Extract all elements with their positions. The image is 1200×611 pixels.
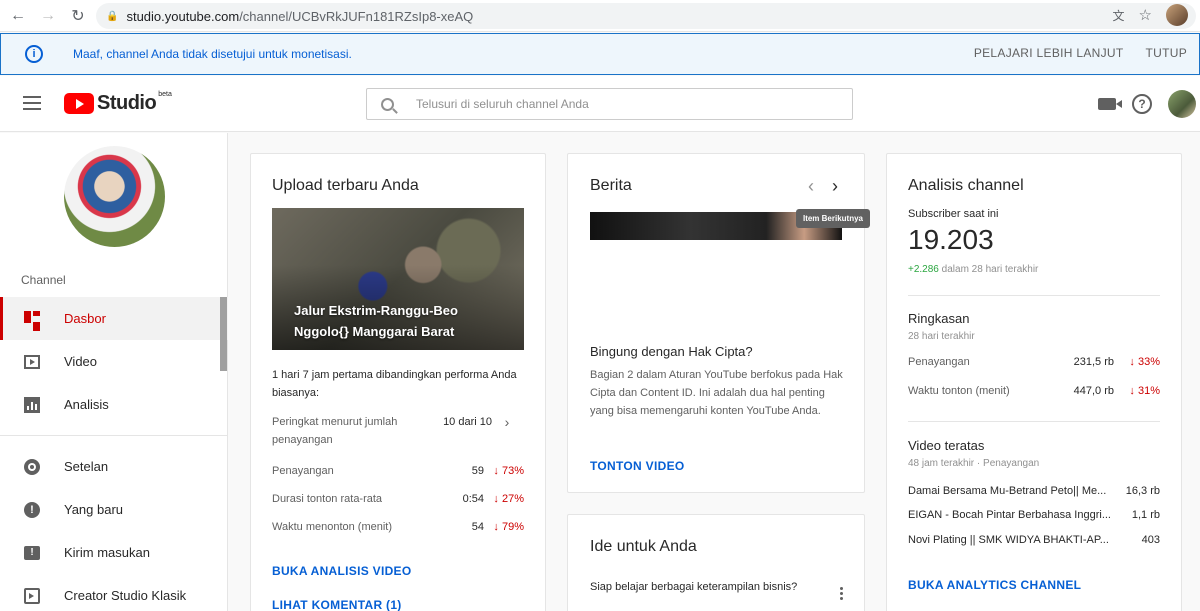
top-video-row[interactable]: EIGAN - Bocah Pintar Berbahasa Inggri...… [908, 509, 1160, 521]
sidebar: Channel Dasbor Video Analisis Setelan ! … [0, 133, 228, 611]
sidebar-divider [0, 435, 228, 436]
subscriber-change: +2.286 dalam 28 hari terakhir [908, 264, 1039, 275]
channel-analytics-card: Analisis channel Subscriber saat ini 19.… [886, 153, 1182, 611]
address-bar[interactable]: 🔒 studio.youtube.com/channel/UCBvRkJUFn1… [96, 3, 1196, 29]
profile-avatar[interactable] [1166, 4, 1188, 26]
card-title: Berita [590, 177, 632, 194]
summary-period: 28 hari terakhir [908, 331, 975, 342]
idea-text[interactable]: Siap belajar berbagai keterampilan bisni… [590, 578, 800, 596]
video-title: Jalur Ekstrim-Ranggu-Beo Nggolo{} Mangga… [294, 303, 458, 339]
star-icon[interactable]: ☆ [1139, 6, 1152, 24]
sidebar-item-dashboard[interactable]: Dasbor [0, 297, 228, 340]
card-title: Ide untuk Anda [590, 538, 697, 555]
top-video-row[interactable]: Damai Bersama Mu-Betrand Peto|| Me... 16… [908, 485, 1160, 497]
divider [908, 421, 1160, 422]
create-video-icon[interactable] [1098, 98, 1122, 110]
sidebar-item-whats-new[interactable]: ! Yang baru [0, 488, 228, 531]
sidebar-item-analytics[interactable]: Analisis [0, 383, 228, 426]
summary-row-watch-time: Waktu tonton (menit) 447,0 rb ↓ 31% [908, 385, 1160, 397]
sidebar-item-feedback[interactable]: ! Kirim masukan [0, 531, 228, 574]
sidebar-scrollbar[interactable] [220, 297, 227, 371]
chevron-right-icon[interactable]: › [832, 176, 838, 197]
top-app-bar: Studio beta Telusuri di seluruh channel … [0, 76, 1200, 132]
channel-avatar[interactable] [64, 146, 165, 247]
news-body: Bagian 2 dalam Aturan YouTube berfokus p… [590, 369, 843, 417]
stat-row-views: Penayangan 59 ↓ 73% [272, 465, 524, 477]
subscriber-label: Subscriber saat ini [908, 208, 999, 220]
account-avatar[interactable] [1168, 90, 1196, 118]
arrow-down-icon: ↓ [493, 521, 502, 533]
arrow-down-icon: ↓ [493, 493, 502, 505]
url-text: studio.youtube.com/channel/UCBvRkJUFn181… [126, 8, 474, 24]
monetization-banner: i Maaf, channel Anda tidak disetujui unt… [0, 33, 1200, 75]
dashboard-icon [23, 310, 41, 331]
arrow-down-icon: ↓ [1129, 385, 1138, 397]
feedback-icon: ! [23, 544, 41, 562]
search-icon [381, 97, 394, 111]
top-videos-title: Video teratas [908, 438, 985, 453]
arrow-down-icon: ↓ [493, 465, 502, 477]
search-input[interactable]: Telusuri di seluruh channel Anda [366, 88, 853, 120]
help-icon[interactable]: ? [1132, 94, 1152, 114]
divider [908, 295, 1160, 296]
gear-icon [23, 458, 41, 476]
reload-icon[interactable]: ↻ [66, 4, 90, 28]
subscriber-count: 19.203 [908, 224, 994, 255]
open-channel-analytics-link[interactable]: BUKA ANALYTICS CHANNEL [908, 578, 1081, 592]
classic-studio-icon [23, 587, 41, 605]
summary-title: Ringkasan [908, 311, 970, 326]
card-title: Analisis channel [908, 177, 1024, 194]
top-videos-period: 48 jam terakhir · Penayangan [908, 458, 1040, 469]
watch-video-link[interactable]: TONTON VIDEO [590, 459, 685, 473]
browser-toolbar: ← → ↻ 🔒 studio.youtube.com/channel/UCBvR… [0, 0, 1200, 32]
summary-row-views: Penayangan 231,5 rb ↓ 33% [908, 356, 1160, 368]
sidebar-item-classic-studio[interactable]: Creator Studio Klasik [0, 574, 228, 611]
more-vert-icon[interactable] [840, 587, 844, 600]
stat-row-avg-duration: Durasi tonton rata-rata 0:54 ↓ 27% [272, 493, 524, 505]
rank-row[interactable]: Peringkat menurut jumlah penayangan 10 d… [272, 413, 524, 462]
forward-icon[interactable]: → [36, 4, 60, 28]
whats-new-icon: ! [23, 501, 41, 519]
next-item-tooltip: Item Berikutnya [795, 209, 870, 228]
latest-upload-card: Upload terbaru Anda Jalur Ekstrim-Ranggu… [250, 153, 546, 611]
ideas-card: Ide untuk Anda Siap belajar berbagai ket… [567, 514, 865, 611]
news-headline: Bingung dengan Hak Cipta? [590, 344, 753, 359]
card-title: Upload terbaru Anda [272, 177, 419, 194]
youtube-play-icon [64, 93, 94, 114]
sidebar-item-video[interactable]: Video [0, 340, 228, 383]
youtube-studio-logo[interactable]: Studio beta [64, 91, 172, 115]
menu-icon[interactable] [23, 96, 41, 110]
view-comments-link[interactable]: LIHAT KOMENTAR (1) [272, 598, 402, 611]
sidebar-section-label: Channel [21, 273, 66, 287]
chevron-right-icon: › [504, 414, 510, 430]
stat-row-watch-time: Waktu menonton (menit) 54 ↓ 79% [272, 521, 524, 533]
back-icon[interactable]: ← [6, 4, 30, 28]
performance-intro: 1 hari 7 jam pertama dibandingkan perfor… [272, 369, 517, 399]
banner-message: Maaf, channel Anda tidak disetujui untuk… [73, 47, 352, 61]
video-icon [23, 353, 41, 371]
search-placeholder: Telusuri di seluruh channel Anda [416, 97, 589, 111]
info-icon: i [25, 45, 43, 63]
open-video-analytics-link[interactable]: BUKA ANALISIS VIDEO [272, 564, 412, 578]
arrow-down-icon: ↓ [1129, 356, 1138, 368]
performance-stats: Peringkat menurut jumlah penayangan 10 d… [272, 413, 524, 546]
news-card: Berita ‹ › Item Berikutnya Bingung denga… [567, 153, 870, 493]
analytics-icon [23, 396, 41, 414]
top-video-row[interactable]: Novi Plating || SMK WIDYA BHAKTI-AP... 4… [908, 534, 1160, 546]
translate-icon[interactable]: 文 [1113, 7, 1125, 24]
sidebar-item-settings[interactable]: Setelan [0, 445, 228, 488]
chevron-left-icon[interactable]: ‹ [808, 176, 814, 197]
lock-icon: 🔒 [106, 10, 119, 22]
learn-more-button[interactable]: PELAJARI LEBIH LANJUT [974, 46, 1124, 60]
close-banner-button[interactable]: TUTUP [1146, 46, 1188, 60]
video-thumbnail[interactable]: Jalur Ekstrim-Ranggu-Beo Nggolo{} Mangga… [272, 208, 524, 350]
